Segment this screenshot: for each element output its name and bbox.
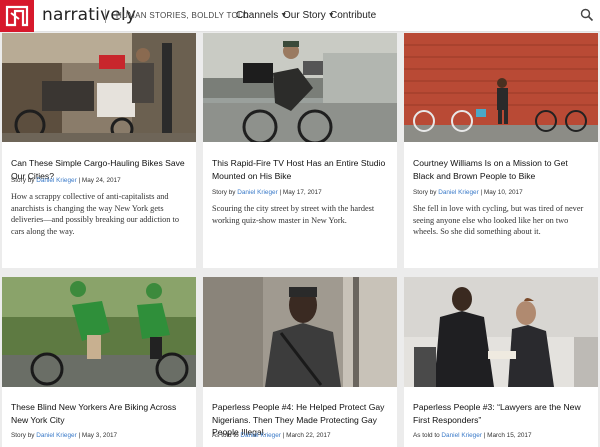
search-icon[interactable] bbox=[580, 8, 594, 22]
author-link[interactable]: Daniel Krieger bbox=[441, 432, 482, 439]
story-image[interactable] bbox=[203, 277, 397, 387]
story-image[interactable] bbox=[2, 33, 196, 142]
story-title[interactable]: These Blind New Yorkers Are Biking Acros… bbox=[11, 401, 188, 426]
story-card[interactable]: Paperless People #3: “Lawyers are the Ne… bbox=[404, 277, 598, 447]
story-image[interactable] bbox=[203, 33, 397, 142]
story-byline: Story by Daniel Krieger | May 24, 2017 bbox=[11, 177, 121, 184]
author-link[interactable]: Daniel Krieger bbox=[438, 189, 479, 196]
nav-channels-label: Channels bbox=[236, 10, 279, 21]
tagline: HUMAN STORIES, BOLDLY TOLD bbox=[116, 11, 249, 20]
nav-channels[interactable]: Channels ▼ bbox=[236, 10, 287, 21]
story-image[interactable] bbox=[404, 277, 598, 387]
story-byline: As told to Daniel Krieger | March 22, 20… bbox=[212, 432, 331, 439]
story-date: | May 24, 2017 bbox=[76, 177, 121, 184]
story-card[interactable]: These Blind New Yorkers Are Biking Acros… bbox=[2, 277, 196, 447]
site-header: narratively HUMAN STORIES, BOLDLY TOLD C… bbox=[0, 0, 600, 32]
header-divider bbox=[105, 9, 106, 23]
story-card[interactable]: Paperless People #4: He Helped Protect G… bbox=[203, 277, 397, 447]
author-link[interactable]: Daniel Krieger bbox=[36, 177, 77, 184]
story-byline: As told to Daniel Krieger | March 15, 20… bbox=[413, 432, 532, 439]
story-date: | May 10, 2017 bbox=[478, 189, 523, 196]
story-grid: Can These Simple Cargo-Hauling Bikes Sav… bbox=[0, 33, 600, 447]
story-image[interactable] bbox=[404, 33, 598, 142]
story-title[interactable]: Courtney Williams Is on a Mission to Get… bbox=[413, 157, 590, 182]
story-card[interactable]: Courtney Williams Is on a Mission to Get… bbox=[404, 33, 598, 268]
story-title[interactable]: Paperless People #3: “Lawyers are the Ne… bbox=[413, 401, 590, 426]
story-date: | March 15, 2017 bbox=[481, 432, 532, 439]
byline-prefix: As told to bbox=[413, 432, 442, 439]
story-description: Scouring the city street by street with … bbox=[212, 204, 375, 225]
nav-contribute[interactable]: Contribute bbox=[330, 10, 376, 21]
story-description: How a scrappy collective of anti-capital… bbox=[11, 192, 179, 236]
story-date: | May 17, 2017 bbox=[277, 189, 322, 196]
byline-prefix: Story by bbox=[11, 432, 37, 439]
story-title[interactable]: This Rapid-Fire TV Host Has an Entire St… bbox=[212, 157, 389, 182]
story-byline: Story by Daniel Krieger | May 17, 2017 bbox=[212, 189, 322, 196]
story-date: | March 22, 2017 bbox=[280, 432, 331, 439]
story-image[interactable] bbox=[2, 277, 196, 387]
author-link[interactable]: Daniel Krieger bbox=[36, 432, 77, 439]
story-card[interactable]: Can These Simple Cargo-Hauling Bikes Sav… bbox=[2, 33, 196, 268]
logo-n-icon bbox=[5, 5, 29, 27]
story-card[interactable]: This Rapid-Fire TV Host Has an Entire St… bbox=[203, 33, 397, 268]
author-link[interactable]: Daniel Krieger bbox=[240, 432, 281, 439]
byline-prefix: As told to bbox=[212, 432, 241, 439]
logo-mark[interactable] bbox=[0, 0, 34, 32]
story-description: She fell in love with cycling, but was t… bbox=[413, 204, 584, 237]
story-date: | May 3, 2017 bbox=[76, 432, 118, 439]
author-link[interactable]: Daniel Krieger bbox=[237, 189, 278, 196]
story-byline: Story by Daniel Krieger | May 10, 2017 bbox=[413, 189, 523, 196]
byline-prefix: Story by bbox=[212, 189, 238, 196]
nav-our-story-label: Our Story bbox=[283, 10, 326, 21]
nav-our-story[interactable]: Our Story ▼ bbox=[283, 10, 335, 21]
byline-prefix: Story by bbox=[11, 177, 37, 184]
story-byline: Story by Daniel Krieger | May 3, 2017 bbox=[11, 432, 117, 439]
byline-prefix: Story by bbox=[413, 189, 439, 196]
nav-contribute-label: Contribute bbox=[330, 10, 377, 21]
